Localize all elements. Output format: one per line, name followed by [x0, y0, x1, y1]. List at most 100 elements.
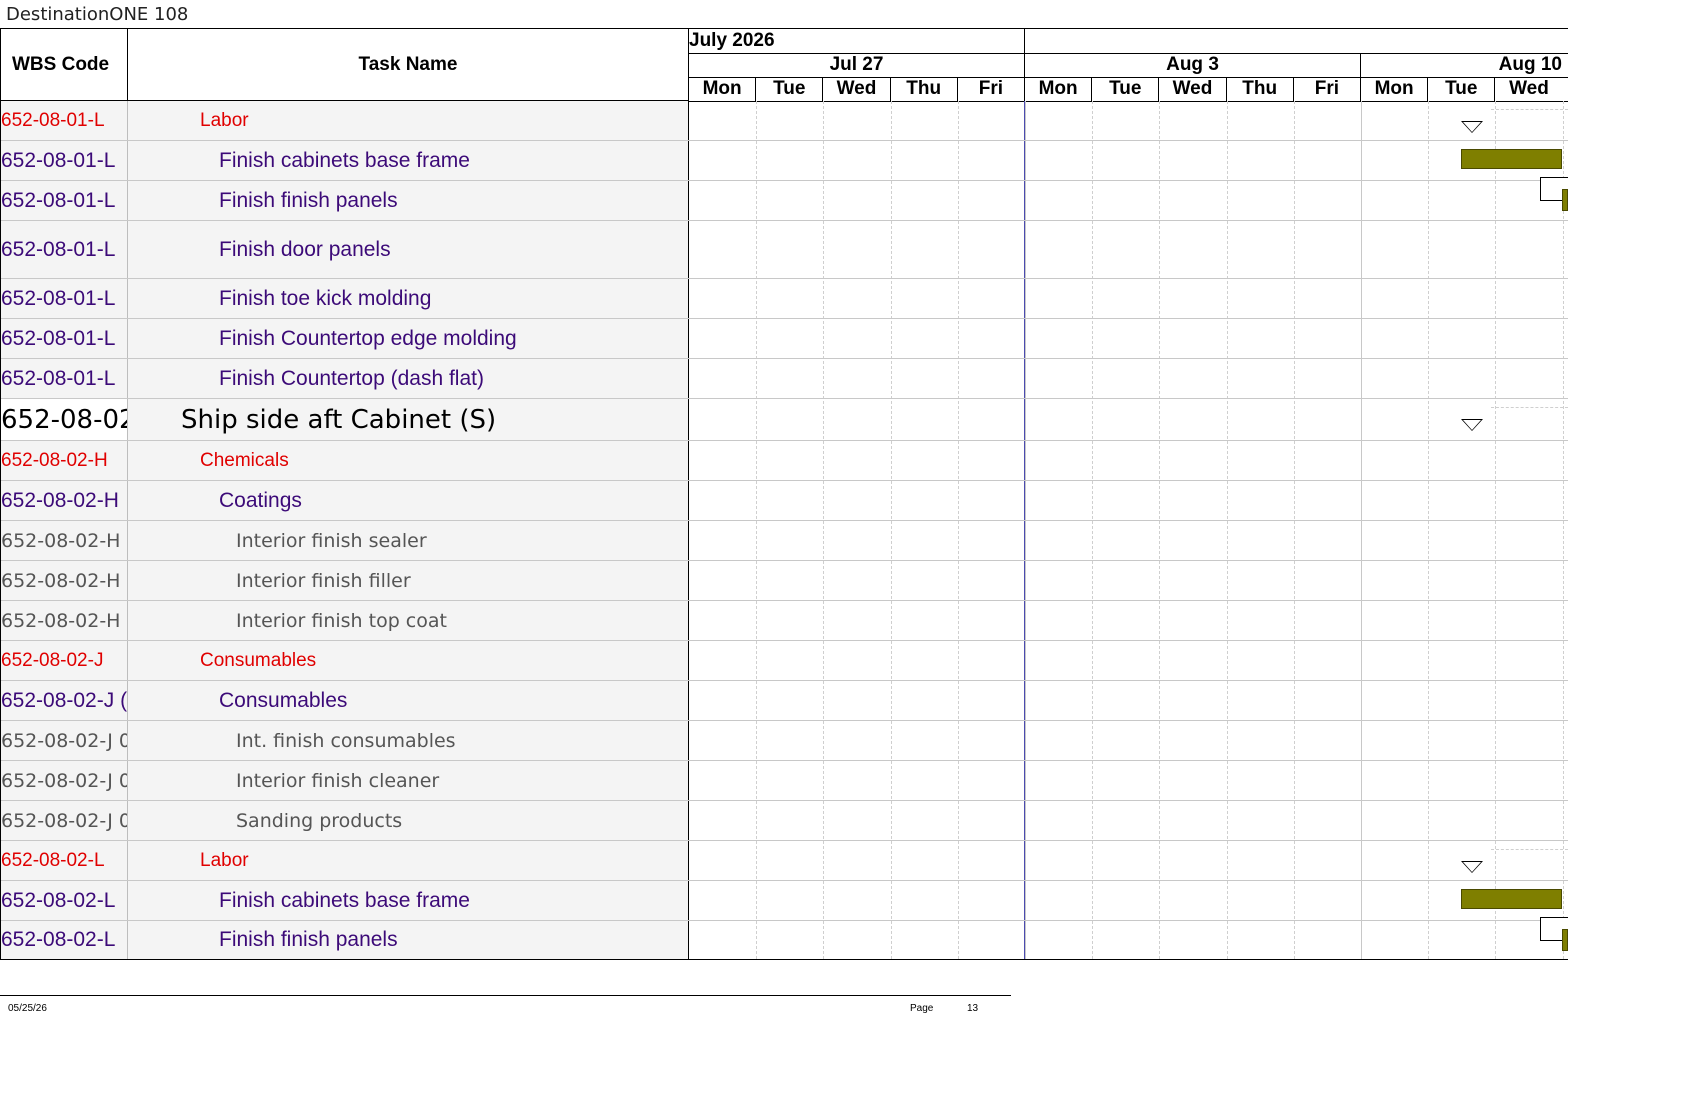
task-name-cell: Finish cabinets base frame	[128, 141, 689, 180]
task-name-cell: Chemicals	[128, 441, 689, 480]
day-label: Wed	[1509, 78, 1549, 99]
task-bar[interactable]	[1461, 149, 1562, 169]
day-label: Wed	[823, 77, 891, 101]
wbs-code-cell: 652-08-01-L	[1, 279, 128, 318]
task-name-cell: Consumables	[128, 681, 689, 720]
table-row[interactable]: 652-08-01-L Finish door panels	[1, 221, 1568, 279]
footer-date: 05/25/26	[8, 1003, 47, 1014]
timeline-week-row: Jul 27 Aug 3 Aug 10	[689, 53, 1568, 78]
wbs-code-cell: 652-08-02-L	[1, 841, 128, 880]
timeline-month-row: July 2026	[689, 29, 1568, 54]
wbs-code-cell: 652-08-02-J (	[1, 681, 128, 720]
day-label: Mon	[1361, 77, 1429, 101]
week-label: Jul 27	[689, 53, 1025, 77]
table-row[interactable]: 652-08-02-J Consumables	[1, 641, 1568, 681]
task-name-cell: Interior finish filler	[128, 561, 689, 600]
task-name-cell: Labor	[128, 101, 689, 140]
task-name-cell: Interior finish top coat	[128, 601, 689, 640]
summary-dash	[1491, 407, 1568, 408]
document-title: DestinationONE 108	[6, 4, 189, 25]
day-label: Tue	[1092, 77, 1160, 101]
footer-page-label: Page	[910, 1003, 934, 1014]
table-row[interactable]: 652-08-02-H Coatings	[1, 481, 1568, 521]
task-name-cell: Labor	[128, 841, 689, 880]
wbs-code-cell: 652-08-01-L	[1, 141, 128, 180]
table-row[interactable]: 652-08-01-L Finish Countertop (dash flat)	[1, 359, 1568, 399]
table-row[interactable]: 652-08-02-L Finish cabinets base frame	[1, 881, 1568, 921]
table-row[interactable]: 652-08-02-J 01Sanding products	[1, 801, 1568, 841]
wbs-code-cell: 652-08-02	[1, 399, 128, 440]
week-label: Aug 3	[1025, 53, 1361, 77]
task-name-cell: Ship side aft Cabinet (S)	[128, 399, 689, 440]
wbs-code-cell: 652-08-02-H 0	[1, 561, 128, 600]
day-label: Thu	[891, 77, 958, 101]
task-bar[interactable]	[1461, 889, 1562, 909]
wbs-code-cell: 652-08-02-L	[1, 921, 128, 959]
task-name-cell: Finish Countertop (dash flat)	[128, 359, 689, 398]
task-name-cell: Int. finish consumables	[128, 721, 689, 760]
wbs-code-cell: 652-08-01-L	[1, 221, 128, 278]
footer-divider	[0, 995, 1011, 996]
table-row[interactable]: 652-08-02-J 01Interior finish cleaner	[1, 761, 1568, 801]
day-label: Mon	[1025, 77, 1093, 101]
task-name-cell: Interior finish sealer	[128, 521, 689, 560]
wbs-code-cell: 652-08-02-J 01	[1, 761, 128, 800]
table-row[interactable]: 652-08-01-L Finish toe kick molding	[1, 279, 1568, 319]
wbs-code-cell: 652-08-01-L	[1, 319, 128, 358]
day-label: Wed	[1159, 77, 1227, 101]
table-row[interactable]: 652-08-01-L Finish cabinets base frame	[1, 141, 1568, 181]
table-row[interactable]: 652-08-02-H 0 Interior finish filler	[1, 561, 1568, 601]
summary-dash	[1491, 109, 1568, 110]
table-row[interactable]: 652-08-02-H 0 Interior finish top coat	[1, 601, 1568, 641]
wbs-code-cell: 652-08-02-J 01	[1, 801, 128, 840]
wbs-column-header[interactable]: WBS Code	[1, 29, 128, 101]
table-row[interactable]: 652-08-02-J 01Int. finish consumables	[1, 721, 1568, 761]
wbs-code-cell: 652-08-02-H 0	[1, 601, 128, 640]
month-label-next	[1025, 29, 1568, 53]
task-name-cell: Finish toe kick molding	[128, 279, 689, 318]
task-name-cell: Consumables	[128, 641, 689, 680]
wbs-code-cell: 652-08-02-H 0	[1, 521, 128, 560]
wbs-code-cell: 652-08-02-H	[1, 441, 128, 480]
footer-page-number: 13	[967, 1003, 979, 1014]
task-name-cell: Finish cabinets base frame	[128, 881, 689, 920]
task-name-cell: Sanding products	[128, 801, 689, 840]
day-label: Tue	[1428, 77, 1496, 101]
wbs-code-cell: 652-08-01-L	[1, 359, 128, 398]
day-label: Tue	[756, 77, 824, 101]
task-name-cell: Coatings	[128, 481, 689, 520]
day-label: Fri	[1294, 77, 1361, 101]
summary-marker-icon[interactable]	[1461, 121, 1483, 133]
task-bar[interactable]	[1562, 189, 1568, 211]
table-row[interactable]: 652-08-01-L Finish finish panels	[1, 181, 1568, 221]
wbs-code-cell: 652-08-01-L	[1, 101, 128, 140]
task-bar[interactable]	[1562, 929, 1568, 951]
summary-marker-icon[interactable]	[1461, 861, 1483, 873]
task-name-cell: Finish finish panels	[128, 921, 689, 959]
task-name-cell: Finish door panels	[128, 221, 689, 278]
gantt-table: WBS Code Task Name July 2026 Jul 27 Aug …	[0, 28, 1568, 960]
table-row[interactable]: 652-08-01-L Labor	[1, 101, 1568, 141]
wbs-code-cell: 652-08-02-L	[1, 881, 128, 920]
wbs-code-cell: 652-08-01-L	[1, 181, 128, 220]
task-name-column-header[interactable]: Task Name	[128, 29, 689, 101]
summary-marker-icon[interactable]	[1461, 419, 1483, 431]
day-label: Fri	[958, 77, 1025, 101]
wbs-code-cell: 652-08-02-J 01	[1, 721, 128, 760]
task-name-cell: Finish finish panels	[128, 181, 689, 220]
day-label: Thu	[1227, 77, 1294, 101]
task-name-cell: Finish Countertop edge molding	[128, 319, 689, 358]
table-row[interactable]: 652-08-02 Ship side aft Cabinet (S)	[1, 399, 1568, 441]
table-row[interactable]: 652-08-02-L Labor	[1, 841, 1568, 881]
table-row[interactable]: 652-08-02-L Finish finish panels	[1, 921, 1568, 959]
wbs-code-cell: 652-08-02-J	[1, 641, 128, 680]
table-row[interactable]: 652-08-02-J (Consumables	[1, 681, 1568, 721]
table-row[interactable]: 652-08-01-L Finish Countertop edge moldin…	[1, 319, 1568, 359]
week-label: Aug 10	[1498, 54, 1562, 75]
table-row[interactable]: 652-08-02-H 0 Interior finish sealer	[1, 521, 1568, 561]
task-name-cell: Interior finish cleaner	[128, 761, 689, 800]
summary-dash	[1491, 849, 1568, 850]
day-label: Mon	[689, 77, 757, 101]
table-row[interactable]: 652-08-02-H Chemicals	[1, 441, 1568, 481]
timeline-day-row: Mon Tue Wed Thu Fri Mon Tue Wed Thu Fri Mon Tue Wed	[689, 77, 1568, 102]
